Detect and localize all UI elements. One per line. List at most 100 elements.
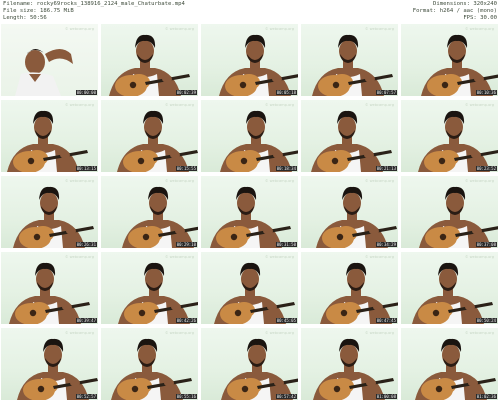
timestamp-label: 00:21:13 (375, 166, 397, 171)
timestamp-label: 01:00:08 (375, 394, 397, 399)
video-thumbnail[interactable]: © webcamp.org 00:52:57 (1, 328, 98, 400)
contact-sheet: Filename: rocky69rocks_138916_2124_male_… (0, 0, 500, 401)
timestamp-label: 00:18:34 (275, 166, 297, 171)
thumbnail-frame (13, 186, 94, 248)
thumbnail-frame (412, 262, 493, 324)
watermark-text: © webcamp.org (464, 27, 494, 31)
video-thumbnail[interactable]: © webcamp.org 00:57:42 (201, 328, 298, 400)
thumbnail-frame (210, 186, 291, 248)
thumbnail-frame (312, 34, 393, 96)
video-thumbnail[interactable]: © webcamp.org 00:29:10 (101, 176, 198, 248)
timestamp-label: 00:02:39 (175, 90, 197, 95)
thumbnail-frame (316, 186, 397, 248)
video-thumbnail[interactable]: © webcamp.org 00:37:08 (401, 176, 498, 248)
thumbnail-frame (219, 34, 298, 96)
watermark-text: © webcamp.org (364, 103, 394, 107)
timestamp-label: 00:10:36 (475, 90, 497, 95)
video-thumbnail[interactable]: © webcamp.org 01:02:36 (401, 328, 498, 400)
timestamp-label: 00:39:47 (75, 318, 97, 323)
timestamp-label: 00:37:08 (475, 242, 497, 247)
fps-text: FPS: 30.00 (463, 15, 497, 21)
watermark-text: © webcamp.org (164, 179, 194, 183)
file-info-header: Filename: rocky69rocks_138916_2124_male_… (0, 0, 500, 24)
video-thumbnail[interactable]: © webcamp.org 00:39:47 (1, 252, 98, 324)
timestamp-label: 00:15:55 (175, 166, 197, 171)
video-thumbnail[interactable]: © webcamp.org 00:50:24 (401, 252, 498, 324)
thumbnail-frame (214, 262, 295, 324)
timestamp-label: 00:50:24 (475, 318, 497, 323)
watermark-text: © webcamp.org (364, 255, 394, 259)
timestamp-label: 00:07:57 (375, 90, 397, 95)
video-thumbnail[interactable]: © webcamp.org 00:07:57 (301, 24, 398, 96)
thumbnail-frame (111, 338, 192, 400)
timestamp-label: 00:52:57 (75, 394, 97, 399)
watermark-text: © webcamp.org (364, 27, 394, 31)
watermark-text: © webcamp.org (264, 179, 294, 183)
video-thumbnail[interactable]: © webcamp.org 00:10:36 (401, 24, 498, 96)
watermark-text: © webcamp.org (364, 179, 394, 183)
video-thumbnail[interactable]: © webcamp.org 00:15:55 (101, 100, 198, 172)
video-thumbnail[interactable]: © webcamp.org 00:05:18 (201, 24, 298, 96)
video-thumbnail[interactable]: © webcamp.org 00:55:16 (101, 328, 198, 400)
watermark-text: © webcamp.org (64, 179, 94, 183)
watermark-text: © webcamp.org (164, 103, 194, 107)
timestamp-label: 00:23:52 (475, 166, 497, 171)
video-thumbnail[interactable]: © webcamp.org 00:45:05 (201, 252, 298, 324)
thumbnail-frame (9, 262, 90, 324)
thumbnail-frame (109, 34, 190, 96)
video-thumbnail[interactable]: © webcamp.org 00:31:50 (201, 176, 298, 248)
thumbnail-frame (320, 262, 398, 324)
timestamp-label: 00:45:05 (275, 318, 297, 323)
watermark-text: © webcamp.org (264, 331, 294, 335)
video-thumbnail[interactable]: © webcamp.org 00:34:29 (301, 176, 398, 248)
watermark-text: © webcamp.org (364, 331, 394, 335)
watermark-text: © webcamp.org (164, 27, 194, 31)
timestamp-label: 00:13:15 (75, 166, 97, 171)
watermark-text: © webcamp.org (464, 331, 494, 335)
timestamp-label: 00:26:31 (75, 242, 97, 247)
video-thumbnail[interactable]: © webcamp.org 00:23:52 (401, 100, 498, 172)
thumbnail-frame (418, 110, 498, 172)
watermark-text: © webcamp.org (264, 27, 294, 31)
watermark-text: © webcamp.org (164, 255, 194, 259)
watermark-text: © webcamp.org (164, 331, 194, 335)
timestamp-label: 00:42:26 (175, 318, 197, 323)
thumbnail-frame (220, 110, 298, 172)
video-thumbnail[interactable]: © webcamp.org 00:02:39 (101, 24, 198, 96)
person-head (25, 50, 45, 74)
timestamp-label: 01:02:36 (475, 394, 497, 399)
timestamp-label: 00:05:18 (275, 90, 297, 95)
timestamp-label: 00:47:45 (375, 318, 397, 323)
video-thumbnail[interactable]: © webcamp.org 00:42:26 (101, 252, 198, 324)
format-text: Format: h264 / aac (mono) (412, 8, 497, 14)
video-thumbnail[interactable]: © webcamp.org 00:13:15 (1, 100, 98, 172)
timestamp-label: 00:57:42 (275, 394, 297, 399)
filename-text: Filename: rocky69rocks_138916_2124_male_… (3, 1, 185, 7)
video-thumbnail[interactable]: © webcamp.org 01:00:08 (301, 328, 398, 400)
watermark-text: © webcamp.org (264, 255, 294, 259)
dimensions-text: Dimensions: 320x240 (433, 1, 497, 7)
length-text: Length: 50:56 (3, 15, 47, 21)
watermark-text: © webcamp.org (464, 255, 494, 259)
watermark-text: © webcamp.org (464, 179, 494, 183)
watermark-text: © webcamp.org (464, 103, 494, 107)
timestamp-label: 00:00:00 (75, 90, 97, 95)
thumbnail-frame (421, 34, 498, 96)
watermark-text: © webcamp.org (264, 103, 294, 107)
thumbnail-frame (313, 338, 394, 400)
watermark-text: © webcamp.org (64, 27, 94, 31)
video-thumbnail[interactable]: © webcamp.org 00:00:00 (1, 24, 98, 96)
video-thumbnail[interactable]: © webcamp.org 00:26:31 (1, 176, 98, 248)
video-thumbnail[interactable]: © webcamp.org 00:18:34 (201, 100, 298, 172)
thumbnail-frame (117, 110, 198, 172)
video-thumbnail[interactable]: © webcamp.org 00:47:45 (301, 252, 398, 324)
thumbnail-frame (7, 110, 88, 172)
thumbnail-frame (415, 338, 496, 400)
thumbnail-frame (17, 338, 98, 400)
thumbnail-grid: © webcamp.org 00:00:00 © webcamp.org 00:02:… (1, 24, 499, 400)
thumbnail-frame (15, 49, 73, 96)
thumbnail-frame (122, 186, 198, 248)
video-thumbnail[interactable]: © webcamp.org 00:21:13 (301, 100, 398, 172)
watermark-text: © webcamp.org (64, 103, 94, 107)
timestamp-label: 00:29:10 (175, 242, 197, 247)
